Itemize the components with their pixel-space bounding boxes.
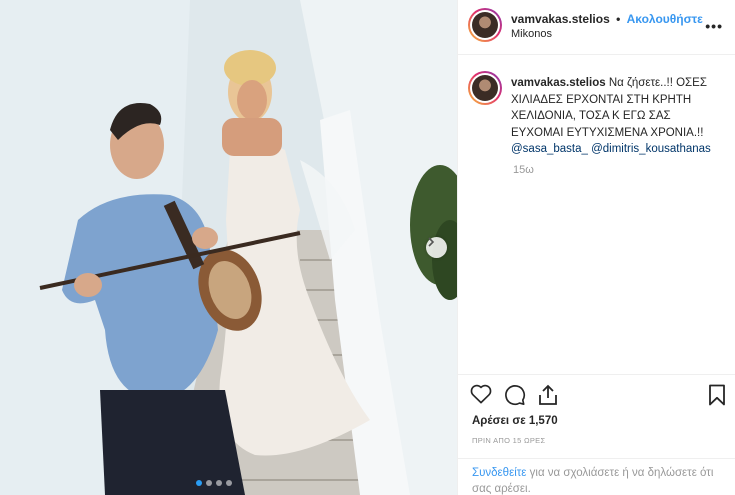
likes-count[interactable]: Αρέσει σε 1,570	[472, 415, 558, 427]
carousel-next-button[interactable]	[426, 237, 447, 258]
author-line: vamvakas.stelios • Ακολουθήστε	[511, 12, 703, 26]
follow-button[interactable]: Ακολουθήστε	[627, 12, 703, 26]
post-sidebar: vamvakas.stelios • Ακολουθήστε Mikonos •…	[457, 0, 735, 495]
caption-text: vamvakas.stelios Να ζήσετε..!! ΟΣΕΣ ΧΙΛΙ…	[511, 75, 726, 158]
author-avatar[interactable]	[468, 8, 502, 42]
comment-icon[interactable]	[504, 384, 526, 411]
caption-username[interactable]: vamvakas.stelios	[511, 77, 606, 89]
chevron-right-icon	[428, 237, 435, 247]
post-photo[interactable]	[0, 0, 457, 495]
login-prompt: Συνδεθείτε για να σχολιάσετε ή να δηλώσε…	[458, 458, 735, 495]
heart-icon[interactable]	[470, 384, 492, 409]
caption-time: 15ω	[513, 164, 534, 176]
bookmark-icon[interactable]	[708, 384, 726, 411]
post-location[interactable]: Mikonos	[511, 28, 552, 40]
carousel-dot	[206, 480, 212, 486]
carousel-dot	[196, 480, 202, 486]
carousel-indicator	[196, 480, 232, 486]
mention-link[interactable]: @dimitris_kousathanas	[591, 143, 711, 155]
caption-avatar[interactable]	[468, 71, 502, 105]
post-actions: Αρέσει σε 1,570 ΠΡΙΝ ΑΠΟ 15 ΩΡΕΣ Συνδεθε…	[458, 374, 735, 495]
post-header: vamvakas.stelios • Ακολουθήστε Mikonos •…	[458, 0, 735, 55]
login-link[interactable]: Συνδεθείτε	[472, 467, 526, 479]
share-icon[interactable]	[538, 384, 558, 411]
carousel-dot	[216, 480, 222, 486]
carousel-dot	[226, 480, 232, 486]
separator-dot: •	[616, 12, 621, 26]
post-timestamp[interactable]: ΠΡΙΝ ΑΠΟ 15 ΩΡΕΣ	[472, 436, 545, 445]
more-options-icon[interactable]: •••	[705, 18, 723, 34]
mention-link[interactable]: @sasa_basta_	[511, 143, 588, 155]
wedding-photo-illustration	[0, 0, 457, 495]
author-username[interactable]: vamvakas.stelios	[511, 12, 610, 26]
